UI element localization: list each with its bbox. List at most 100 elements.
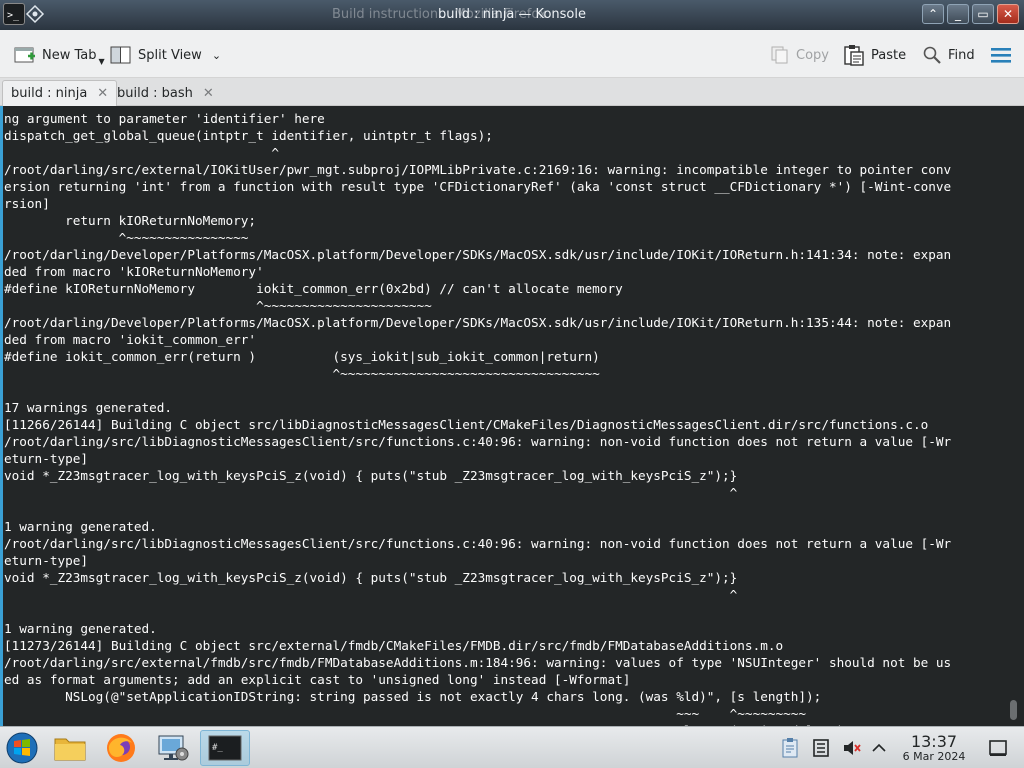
clock-date: 6 Mar 2024 [902,750,966,763]
terminal-line: 1 warning generated. [4,620,951,637]
terminal-line-text: ~~~ ^~~~~~~~~~ [4,706,807,721]
new-tab-button[interactable]: New Tab ▼ [14,44,105,66]
terminal-line-text: [11266/26144] Building C object src/libD… [4,417,929,432]
new-tab-icon [14,45,36,65]
hamburger-menu-button[interactable] [990,44,1012,66]
terminal-line: /root/darling/src/external/IOKitUser/pwr… [4,161,951,178]
terminal-line: ^ [4,484,951,501]
terminal-line: rsion] [4,195,951,212]
paste-icon [843,44,865,66]
terminal-output: ng argument to parameter 'identifier' he… [4,110,951,726]
terminal-line: ^~~~~~~~~~~~~~~~~~~~~~~~~~~~~~~~~~~ [4,365,951,382]
close-tab-icon[interactable]: ✕ [203,86,214,101]
terminal-line: /root/darling/Developer/Platforms/MacOSX… [4,246,951,263]
terminal-line-text: /root/darling/src/libDiagnosticMessagesC… [4,434,952,449]
terminal-line: ng argument to parameter 'identifier' he… [4,110,951,127]
terminal-line-text: /root/darling/src/external/IOKitUser/pwr… [4,162,952,177]
terminal-line: #define kIOReturnNoMemory iokit_common_e… [4,280,951,297]
terminal-line: #define iokit_common_err(return ) (sys_i… [4,348,951,365]
start-menu-icon [6,732,38,764]
notes-tray-icon[interactable] [812,738,830,762]
terminal-line-text: return kIOReturnNoMemory; [4,213,257,228]
terminal-line: ^~~~~~~~~~~~~~~~~ [4,229,951,246]
terminal-line-text: NSLog(@"setApplicationIDString: string p… [4,689,822,704]
terminal-line: ersion returning 'int' from a function w… [4,178,951,195]
split-view-label: Split View [138,47,202,63]
window-titlebar: >_ Build instruction... Mozilla Firefox … [0,0,1024,30]
terminal-line: /root/darling/Developer/Platforms/MacOSX… [4,314,951,331]
tab-bar: build : ninja ✕ build : bash ✕ [0,78,1024,106]
terminal-line-text: ^ [4,485,738,500]
terminal-icon: #_ [208,735,242,761]
terminal-line-text: rsion] [4,196,50,211]
focus-indicator [0,106,3,726]
terminal-line: dispatch_get_global_queue(intptr_t ident… [4,127,951,144]
terminal-line: 1 warning generated. [4,518,951,535]
terminal-line-text: /root/darling/Developer/Platforms/MacOSX… [4,315,952,330]
find-label: Find [948,47,975,63]
terminal-line: void *_Z23msgtracer_log_with_keysPciS_z(… [4,569,951,586]
close-button[interactable]: ✕ [997,4,1019,24]
volume-muted-icon[interactable] [842,738,862,762]
konsole-task-button[interactable]: #_ [200,730,250,766]
svg-text:#_: #_ [212,743,223,753]
terminal-line-text: 17 warnings generated. [4,400,173,415]
start-menu-button[interactable] [2,730,42,766]
terminal-line: ^~~~~~~~~~~~~~~~~~~~~~~ [4,297,951,314]
split-view-icon [110,45,132,65]
konsole-toolbar: New Tab ▼ Split View ⌄ Copy Paste Find [0,30,1024,78]
terminal-line-text: eturn-type] [4,451,89,466]
terminal-line-text: /root/darling/src/libDiagnosticMessagesC… [4,536,952,551]
terminal-view[interactable]: ng argument to parameter 'identifier' he… [0,106,1024,726]
folder-icon [54,738,86,761]
terminal-line-text: ersion returning 'int' from a function w… [4,179,952,194]
taskbar: #_ 13:37 6 Mar 2024 [0,726,1024,768]
minimize-button[interactable]: _ [947,4,969,24]
paste-button[interactable]: Paste [843,44,906,66]
close-tab-icon[interactable]: ✕ [97,86,108,101]
show-desktop-icon[interactable] [988,738,1008,762]
terminal-scrollbar[interactable] [1008,106,1022,726]
maximize-button[interactable]: ▭ [972,4,994,24]
terminal-line: void *_Z23msgtracer_log_with_keysPciS_z(… [4,467,951,484]
chevron-down-icon: ⌄ [211,48,222,62]
copy-button[interactable]: Copy [770,44,829,66]
new-tab-label: New Tab [42,47,97,63]
find-button[interactable]: Find [922,44,975,66]
terminal-line-text: dispatch_get_global_queue(intptr_t ident… [4,128,493,143]
copy-icon [770,45,790,65]
terminal-line: ded from macro 'iokit_common_err' [4,331,951,348]
copy-label: Copy [796,47,829,63]
scrollbar-thumb[interactable] [1010,700,1017,720]
chevron-down-icon: ▼ [98,56,105,66]
settings-monitor-icon [158,735,189,761]
terminal-line-text: /root/darling/Developer/Platforms/MacOSX… [4,247,952,262]
terminal-line-text: ^ [4,145,279,160]
paste-label: Paste [871,47,907,63]
shade-button[interactable]: ⌃ [922,4,944,24]
terminal-line-text: ded from macro 'iokit_common_err' [4,332,257,347]
terminal-line-text: ng argument to parameter 'identifier' he… [4,111,325,126]
system-settings-launcher[interactable] [153,730,193,766]
terminal-line: /root/darling/src/external/fmdb/src/fmdb… [4,654,951,671]
tab-label: build : ninja [11,86,88,101]
terminal-line: return kIOReturnNoMemory; [4,212,951,229]
expand-tray-icon[interactable] [871,738,887,762]
terminal-line-text: 1 warning generated. [4,519,157,534]
file-manager-launcher[interactable] [50,730,90,766]
terminal-line-text: #define iokit_common_err(return ) (sys_i… [4,349,600,364]
tab-build-bash[interactable]: build : bash ✕ [109,80,222,106]
terminal-line: NSLog(@"setApplicationIDString: string p… [4,688,951,705]
clipboard-tray-icon[interactable] [780,737,800,763]
terminal-line: [11273/26144] Building C object src/exte… [4,637,951,654]
clock-time[interactable]: 13:37 [898,732,970,751]
split-view-button[interactable]: Split View ⌄ [110,44,221,66]
firefox-launcher[interactable] [101,730,141,766]
tab-build-ninja[interactable]: build : ninja ✕ [2,80,118,106]
terminal-line-text: void *_Z23msgtracer_log_with_keysPciS_z(… [4,570,738,585]
terminal-line-text: /root/darling/src/external/fmdb/src/fmdb… [4,655,952,670]
terminal-line-text: ^~~~~~~~~~~~~~~~~ [4,230,249,245]
terminal-line: ed as format arguments; add an explicit … [4,671,951,688]
